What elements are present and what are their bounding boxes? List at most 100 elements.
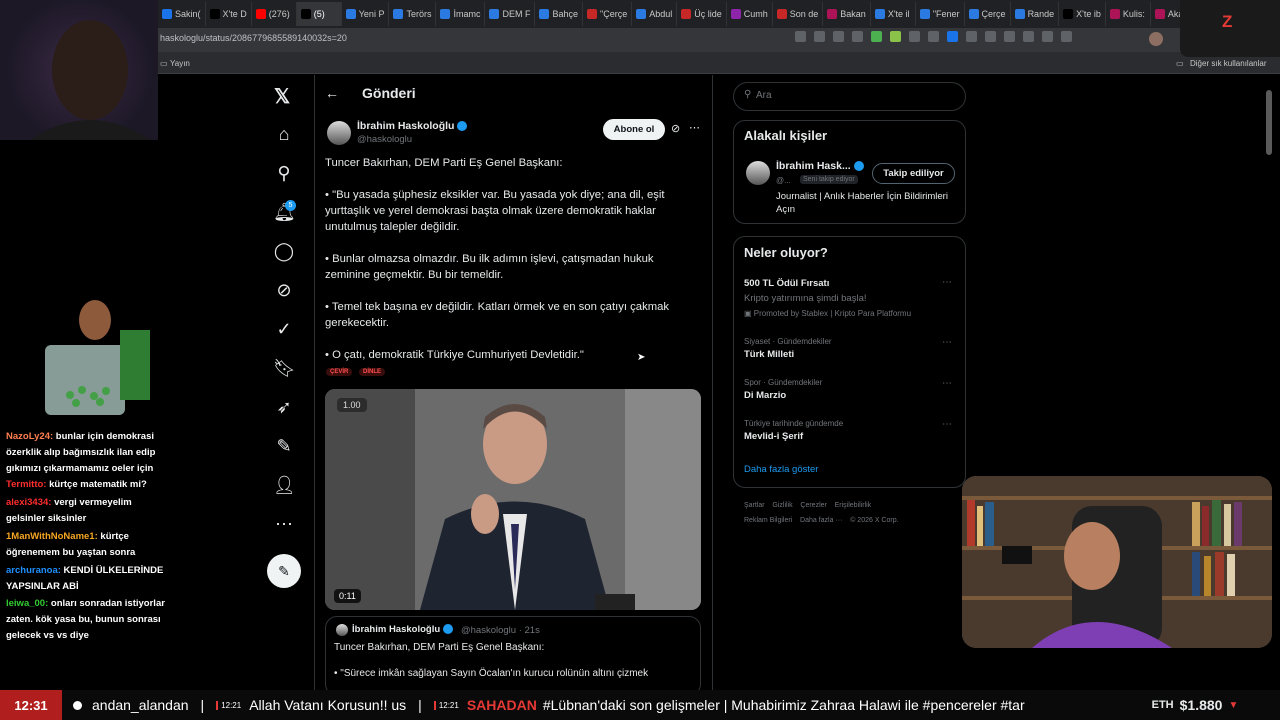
grok-icon[interactable]: ⊘ bbox=[671, 122, 680, 135]
video-player[interactable] bbox=[325, 389, 701, 610]
crypto-price: ETH $1.880 ▼ bbox=[1110, 690, 1280, 720]
chat-username[interactable]: 1ManWithNoName1: bbox=[6, 531, 98, 542]
bookmark-other[interactable]: Diğer sık kullanılanlar bbox=[1190, 59, 1266, 68]
trends-card bbox=[733, 236, 966, 488]
translate-button[interactable]: ÇEVİR bbox=[326, 368, 353, 376]
browser-tab[interactable]: Bahçe bbox=[535, 2, 583, 26]
puzzle-icon[interactable] bbox=[985, 31, 996, 42]
browser-tab[interactable]: Çerçe bbox=[965, 2, 1011, 26]
extension-icon[interactable] bbox=[890, 31, 901, 42]
listen-button[interactable]: DİNLE bbox=[359, 368, 385, 376]
video-time: 0:11 bbox=[334, 589, 361, 603]
browser-tab[interactable]: Rande bbox=[1011, 2, 1060, 26]
chat-username[interactable]: leiwa_00: bbox=[6, 598, 48, 609]
author-handle[interactable]: @haskologlu bbox=[357, 134, 412, 145]
profile-icon[interactable]: 👤︎ bbox=[273, 474, 296, 496]
reader-icon[interactable] bbox=[814, 31, 825, 42]
footer-links[interactable]: Reklam Bilgileri Daha fazla ··· © 2026 X… bbox=[744, 517, 899, 524]
webcam-person bbox=[30, 20, 150, 140]
browser-tab[interactable]: Terörs bbox=[389, 2, 437, 26]
tab-label: DEM F bbox=[502, 9, 531, 19]
tweet-text-line: Tuncer Bakırhan, DEM Parti Eş Genel Başk… bbox=[325, 157, 563, 169]
chat-icon[interactable]: ◯ bbox=[273, 240, 295, 262]
rocket-icon[interactable]: ➶ bbox=[273, 396, 295, 418]
down-arrow-icon: ▼ bbox=[1228, 699, 1239, 711]
favicon-icon bbox=[393, 9, 404, 19]
bookmark-icon[interactable] bbox=[1023, 31, 1034, 42]
avatar[interactable] bbox=[746, 161, 770, 185]
subscribe-button[interactable]: Abone ol bbox=[603, 119, 665, 140]
browser-tab[interactable]: Son de bbox=[773, 2, 824, 26]
avatar[interactable] bbox=[327, 121, 351, 145]
browser-tab[interactable]: Abdul bbox=[632, 2, 678, 26]
browser-tab[interactable]: Sakin( bbox=[158, 2, 206, 26]
browser-tab[interactable]: X'te ib bbox=[1059, 2, 1106, 26]
bookmark-yayin[interactable]: Yayın bbox=[170, 59, 190, 68]
relevant-name[interactable]: İbrahim Hask... bbox=[776, 160, 864, 172]
video-speed[interactable]: 1.00 bbox=[337, 398, 367, 412]
verified-icon[interactable]: ✓ bbox=[273, 318, 295, 340]
favicon-icon bbox=[345, 9, 356, 19]
scrollbar[interactable] bbox=[1266, 90, 1272, 155]
trend-title[interactable]: Di Marzio bbox=[744, 390, 786, 401]
chat-username[interactable]: Termitto: bbox=[6, 479, 46, 490]
download-icon[interactable] bbox=[1061, 31, 1072, 42]
home-icon[interactable]: ⌂ bbox=[273, 123, 295, 145]
trend-title[interactable]: 500 TL Ödül Fırsatı bbox=[744, 278, 829, 289]
search-icon[interactable]: ⚲ bbox=[273, 162, 295, 184]
address-bar[interactable]: haskologlu/status/2086779685589140032s=2… bbox=[160, 33, 347, 47]
profile-avatar[interactable] bbox=[1149, 32, 1163, 46]
extension-icon[interactable] bbox=[928, 31, 939, 42]
browser-tab[interactable]: X'te D bbox=[206, 2, 252, 26]
chat-username[interactable]: archuranoa: bbox=[6, 565, 61, 576]
author-name[interactable]: İbrahim Haskoloğlu bbox=[357, 120, 468, 132]
back-arrow-icon[interactable]: ← bbox=[325, 85, 339, 101]
star-icon[interactable] bbox=[833, 31, 844, 42]
footer-links[interactable]: Şartlar Gizlilik Çerezler Erişilebilirli… bbox=[744, 502, 871, 509]
trend-title[interactable]: Mevlid-i Şerif bbox=[744, 431, 803, 442]
mouse-cursor-icon: ➤ bbox=[637, 352, 646, 363]
browser-tab[interactable]: Kulis: bbox=[1106, 2, 1151, 26]
chat-username[interactable]: alexi3434: bbox=[6, 497, 51, 508]
sidebar-icon[interactable] bbox=[1004, 31, 1015, 42]
chat-username[interactable]: NazoLy24: bbox=[6, 431, 53, 442]
x-logo-icon[interactable]: 𝕏 bbox=[274, 84, 290, 109]
translate-icon[interactable] bbox=[947, 31, 958, 42]
trend-title[interactable]: Türk Milleti bbox=[744, 349, 794, 360]
compose-article-icon[interactable]: ✎ bbox=[273, 435, 295, 457]
following-button[interactable]: Takip ediliyor bbox=[872, 163, 955, 184]
browser-tab[interactable]: "Fener bbox=[916, 2, 965, 26]
favicon-icon bbox=[255, 9, 266, 19]
browser-tab[interactable]: (276) bbox=[252, 2, 297, 26]
browser-tab[interactable]: Yeni P bbox=[342, 2, 390, 26]
bookmark-icon[interactable]: 🔖︎ bbox=[273, 357, 296, 379]
more-icon[interactable]: ⋯ bbox=[942, 419, 952, 430]
browser-tab[interactable]: Üç lide bbox=[677, 2, 727, 26]
browser-tab[interactable]: Bakan bbox=[823, 2, 871, 26]
more-icon[interactable]: ⋯ bbox=[942, 378, 952, 389]
relevant-people-title: Alakalı kişiler bbox=[744, 128, 828, 143]
grok-icon[interactable]: ⊘ bbox=[273, 279, 295, 301]
more-icon[interactable]: ⋯ bbox=[273, 513, 295, 535]
browser-tab[interactable]: Cumh bbox=[727, 2, 773, 26]
extension-icon[interactable] bbox=[871, 31, 882, 42]
extension-icon[interactable] bbox=[966, 31, 977, 42]
bookmark-folder-icon: ▭ bbox=[1176, 59, 1184, 68]
browser-tab[interactable]: İmamc bbox=[436, 2, 486, 26]
browser-tab[interactable]: "Çerçe bbox=[583, 2, 633, 26]
compose-button[interactable]: ✎ bbox=[267, 554, 301, 588]
show-more-link[interactable]: Daha fazla göster bbox=[744, 464, 818, 475]
extension-icon[interactable] bbox=[909, 31, 920, 42]
browser-tab[interactable]: X'te il bbox=[871, 2, 916, 26]
screenshot-icon[interactable] bbox=[795, 31, 806, 42]
browser-tab-bar: Sakin( X'te D (276) (5) Yeni P Terörs İmamc DEM… bbox=[0, 0, 1280, 28]
more-icon[interactable]: ⋯ bbox=[942, 277, 952, 288]
heart-icon[interactable] bbox=[1042, 31, 1053, 42]
tab-label: X'te D bbox=[222, 9, 247, 19]
extension-icon[interactable] bbox=[852, 31, 863, 42]
browser-tab[interactable]: (5) bbox=[296, 2, 342, 26]
more-icon[interactable]: ⋯ bbox=[689, 121, 700, 134]
more-icon[interactable]: ⋯ bbox=[942, 337, 952, 348]
ticker-clock: 12:31 bbox=[0, 690, 62, 720]
browser-tab[interactable]: DEM F bbox=[485, 2, 536, 26]
